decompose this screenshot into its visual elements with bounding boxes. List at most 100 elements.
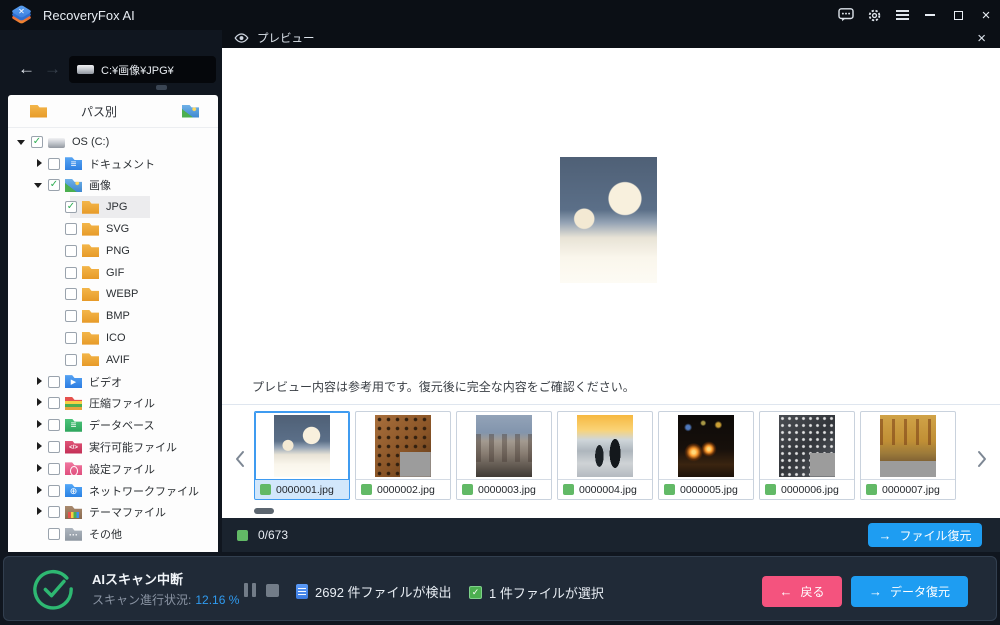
expander-icon[interactable] xyxy=(33,506,45,518)
thumbnail-tile[interactable]: 0000006.jpg xyxy=(759,411,855,500)
path-breadcrumb[interactable]: C:¥画像¥JPG¥ xyxy=(69,56,216,83)
file-icon xyxy=(296,584,308,599)
checkbox[interactable] xyxy=(65,310,77,322)
expander-icon[interactable] xyxy=(33,419,45,431)
checkbox[interactable] xyxy=(48,376,60,388)
expander-icon[interactable] xyxy=(16,136,28,148)
tree-item[interactable]: 圧縮ファイル xyxy=(8,393,218,415)
gear-icon[interactable] xyxy=(860,0,888,30)
recover-files-button[interactable]: → ファイル復元 xyxy=(868,523,982,547)
tree-item[interactable]: ドキュメント xyxy=(8,153,218,175)
thumbnail-filename: 0000006.jpg xyxy=(781,484,839,496)
checkbox[interactable] xyxy=(48,506,60,518)
expander-icon[interactable] xyxy=(33,441,45,453)
tree-item[interactable]: GIF xyxy=(8,262,218,284)
checkbox[interactable] xyxy=(31,136,43,148)
folder-database-icon xyxy=(65,419,82,432)
back-button[interactable]: ← 戻る xyxy=(762,576,842,607)
thumbnail-tile[interactable]: 0000001.jpg xyxy=(254,411,350,500)
tree-item[interactable]: 設定ファイル xyxy=(8,458,218,480)
tree-item-label: PNG xyxy=(106,245,130,257)
thumbnail-tile[interactable]: 0000007.jpg xyxy=(860,411,956,500)
checkbox[interactable] xyxy=(48,485,60,497)
tree-item-label: ドキュメント xyxy=(89,156,155,172)
checkbox[interactable] xyxy=(65,332,77,344)
selection-footer: 0/673 → ファイル復元 xyxy=(222,518,1000,552)
checkbox[interactable] xyxy=(65,201,77,213)
preview-image xyxy=(560,157,657,283)
thumbnail-filename: 0000003.jpg xyxy=(478,484,536,496)
checkbox[interactable] xyxy=(65,267,77,279)
thumbnail-label-bar: 0000004.jpg xyxy=(558,479,652,499)
checkbox[interactable] xyxy=(48,179,60,191)
tree-item[interactable]: データベース xyxy=(8,414,218,436)
drive-icon xyxy=(48,138,65,148)
tree-item[interactable]: OS (C:) xyxy=(8,131,218,153)
tree-item[interactable]: PNG xyxy=(8,240,218,262)
sidebar-header: パス別 xyxy=(8,95,218,128)
tree-item[interactable]: WEBP xyxy=(8,284,218,306)
tree-item[interactable]: JPG xyxy=(8,196,218,218)
tree-item-label: GIF xyxy=(106,267,124,279)
tree-item-label: WEBP xyxy=(106,288,138,300)
sidebar: パス別 OS (C:) ドキュメント画像JPGSVG PNG GIF WEBP BMPIC… xyxy=(8,95,218,552)
filmstrip-next-icon[interactable] xyxy=(975,447,989,471)
recover-data-button[interactable]: → データ復元 xyxy=(851,576,968,607)
thumbnail-tile[interactable]: 0000005.jpg xyxy=(658,411,754,500)
checkbox[interactable] xyxy=(48,158,60,170)
checkbox[interactable] xyxy=(48,441,60,453)
expander-icon[interactable] xyxy=(33,485,45,497)
tree-item[interactable]: AVIF xyxy=(8,349,218,371)
tree-item[interactable]: ICO xyxy=(8,327,218,349)
minimize-button[interactable] xyxy=(916,0,944,30)
status-bar: AIスキャン中断 スキャン進行状況:12.16 % 2692 件ファイルが検出 … xyxy=(3,556,997,621)
pause-icon[interactable] xyxy=(242,583,258,597)
checkbox[interactable] xyxy=(48,528,60,540)
tree-item[interactable]: ビデオ xyxy=(8,371,218,393)
expander-icon[interactable] xyxy=(33,376,45,388)
expander-icon[interactable] xyxy=(33,397,45,409)
tree-item[interactable]: 画像 xyxy=(8,175,218,197)
tree-item[interactable]: 実行可能ファイル xyxy=(8,436,218,458)
preview-header: プレビュー × xyxy=(222,28,1000,48)
back-arrow-icon[interactable]: ← xyxy=(18,59,35,79)
thumbnail-tile[interactable]: 0000002.jpg xyxy=(355,411,451,500)
sidebar-title: パス別 xyxy=(81,103,172,120)
forward-arrow-icon[interactable]: → xyxy=(44,59,61,79)
folder-theme-icon xyxy=(65,506,82,519)
tree-item[interactable]: その他 xyxy=(8,523,218,545)
close-button[interactable]: × xyxy=(972,0,1000,30)
tree-item[interactable]: テーマファイル xyxy=(8,502,218,524)
folder-other-icon xyxy=(65,528,82,541)
checkbox[interactable] xyxy=(48,419,60,431)
filmstrip-scrollbar[interactable] xyxy=(254,508,274,514)
expander-icon[interactable] xyxy=(33,463,45,475)
checkbox[interactable] xyxy=(65,223,77,235)
preview-close-icon[interactable]: × xyxy=(977,30,986,47)
menu-icon[interactable] xyxy=(888,0,916,30)
filmstrip-prev-icon[interactable] xyxy=(233,447,247,471)
thumbnail-tile[interactable]: 0000003.jpg xyxy=(456,411,552,500)
thumbnail-label-bar: 0000002.jpg xyxy=(356,479,450,499)
expander-icon[interactable] xyxy=(33,158,45,170)
checkbox[interactable] xyxy=(65,288,77,300)
tree-item[interactable]: ネットワークファイル xyxy=(8,480,218,502)
checkbox[interactable] xyxy=(48,463,60,475)
tree-item[interactable]: BMP xyxy=(8,305,218,327)
message-icon[interactable] xyxy=(832,0,860,30)
recoverable-status-icon xyxy=(260,484,271,495)
checkbox[interactable] xyxy=(65,245,77,257)
folder-icon xyxy=(82,244,99,257)
stop-icon[interactable] xyxy=(266,584,279,597)
thumbnail-tile[interactable]: 0000004.jpg xyxy=(557,411,653,500)
checkbox[interactable] xyxy=(65,354,77,366)
folder-icon xyxy=(82,201,99,214)
tree-item[interactable]: SVG xyxy=(8,218,218,240)
tree-item-label: テーマファイル xyxy=(89,504,166,520)
checkbox[interactable] xyxy=(48,397,60,409)
maximize-button[interactable] xyxy=(944,0,972,30)
expander-icon[interactable] xyxy=(33,179,45,191)
splitter-handle[interactable] xyxy=(156,85,167,90)
selection-count: 0/673 xyxy=(258,528,868,542)
files-selected: 1 件ファイルが選択 xyxy=(469,583,604,602)
